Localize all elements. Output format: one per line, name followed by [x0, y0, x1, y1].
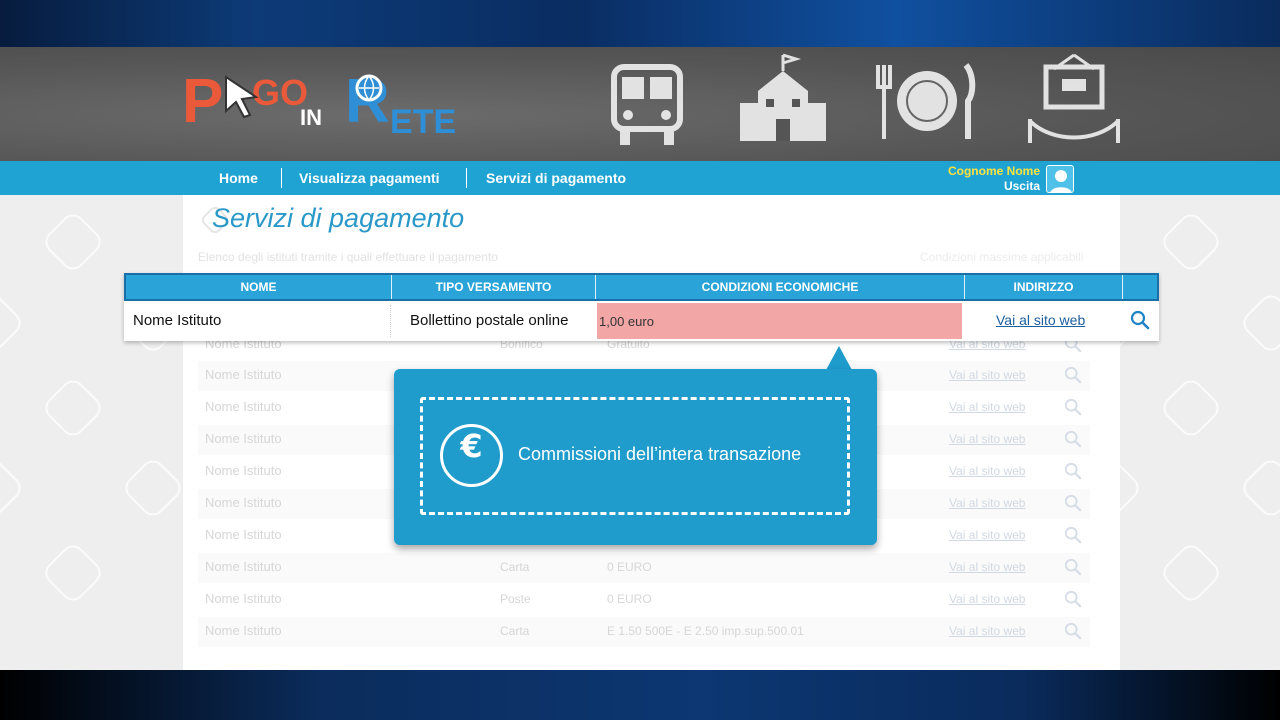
website-link[interactable]: Vai al sito web: [949, 368, 1025, 382]
institute-name: Nome Istituto: [205, 367, 282, 382]
search-icon[interactable]: [1064, 462, 1082, 480]
website-link[interactable]: Vai al sito web: [996, 312, 1085, 328]
nav-divider: [281, 168, 282, 188]
institute-name: Nome Istituto: [205, 463, 282, 478]
table-row[interactable]: Nome Istituto Carta E 1.50 500E - E 2.50 i…: [198, 617, 1090, 647]
institute-name: Nome Istituto: [205, 527, 282, 542]
search-icon[interactable]: [1064, 558, 1082, 576]
callout-text: Commissioni dell’intera transazione: [518, 444, 802, 464]
institute-name: Nome Istituto: [205, 559, 282, 574]
logo-in: IN: [300, 105, 322, 130]
nav-divider: [466, 168, 467, 188]
column-header-tipo-versamento: TIPO VERSAMENTO: [435, 280, 552, 294]
economic-conditions: 0 EURO: [607, 560, 652, 574]
institute-name: Nome Istituto: [205, 591, 282, 606]
search-icon[interactable]: [1064, 366, 1082, 384]
institute-name: Nome Istituto: [205, 399, 282, 414]
website-link[interactable]: Vai al sito web: [949, 400, 1025, 414]
nav-home[interactable]: Home: [219, 161, 258, 195]
website-link[interactable]: Vai al sito web: [949, 624, 1025, 638]
user-name: Cognome Nome: [947, 164, 1040, 178]
museum-icon: [1028, 53, 1120, 143]
search-icon[interactable]: [1064, 622, 1082, 640]
economic-conditions: E 1.50 500E - E 2.50 imp.sup.500.01: [607, 624, 804, 638]
payment-type: Poste: [500, 592, 531, 606]
search-icon[interactable]: [1130, 310, 1150, 330]
logo-letter-p: P: [182, 67, 224, 136]
table-row[interactable]: Nome Istituto Poste 0 EURO Vai al sito web: [198, 585, 1090, 615]
website-link[interactable]: Vai al sito web: [949, 432, 1025, 446]
page-subtitle: Elenco degli istituti tramite i quali ef…: [198, 250, 498, 264]
payment-type: Carta: [500, 560, 530, 574]
avatar-icon[interactable]: [1046, 165, 1074, 193]
cursor-icon: [225, 75, 259, 119]
highlighted-table: NOME TIPO VERSAMENTO CONDIZIONI ECONOMIC…: [124, 273, 1159, 341]
search-icon[interactable]: [1064, 494, 1082, 512]
column-header-condizioni-economiche: CONDIZIONI ECONOMICHE: [701, 280, 859, 294]
callout-pointer: [826, 346, 852, 370]
website-link[interactable]: Vai al sito web: [949, 528, 1025, 542]
website-link[interactable]: Vai al sito web: [949, 496, 1025, 510]
school-icon: [740, 53, 826, 141]
video-background-top: [0, 0, 1280, 47]
table-row[interactable]: Nome Istituto Carta 0 EURO Vai al sito web: [198, 553, 1090, 583]
conditions-note: Condizioni massime applicabili: [920, 250, 1084, 264]
bus-icon: [611, 64, 683, 145]
payment-type: Bollettino postale online: [410, 312, 569, 329]
payment-type: Carta: [500, 624, 530, 638]
column-header-indirizzo: INDIRIZZO: [1013, 280, 1074, 294]
cutlery-icon: [876, 63, 976, 139]
logout-link[interactable]: Uscita: [1004, 179, 1040, 193]
website-link[interactable]: Vai al sito web: [949, 560, 1025, 574]
header-banner: P GO IN R ETE: [0, 47, 1280, 161]
website-link[interactable]: Vai al sito web: [949, 592, 1025, 606]
logo-ete: ETE: [390, 103, 457, 141]
economic-conditions: 0 EURO: [607, 592, 652, 606]
euro-icon: €: [440, 424, 503, 487]
search-icon[interactable]: [1064, 398, 1082, 416]
institute-name: Nome Istituto: [205, 623, 282, 638]
video-background-bottom: [0, 670, 1280, 720]
app-logo[interactable]: P GO IN R ETE: [182, 67, 492, 142]
institute-name: Nome Istituto: [205, 431, 282, 446]
top-navbar: Home Visualizza pagamenti Servizi di pag…: [0, 161, 1280, 195]
column-header-nome: NOME: [240, 280, 277, 294]
institute-name: Nome Istituto: [205, 495, 282, 510]
search-icon[interactable]: [1064, 590, 1082, 608]
search-icon[interactable]: [1064, 526, 1082, 544]
nav-visualizza-pagamenti[interactable]: Visualizza pagamenti: [299, 161, 440, 195]
search-icon[interactable]: [1064, 430, 1082, 448]
left-background: [0, 195, 186, 670]
table-header: NOME TIPO VERSAMENTO CONDIZIONI ECONOMIC…: [124, 273, 1159, 301]
euro-symbol: €: [460, 427, 483, 465]
right-background: [1078, 195, 1280, 670]
economic-conditions: 1,00 euro: [599, 314, 654, 329]
globe-icon: [355, 74, 383, 102]
nav-servizi-di-pagamento[interactable]: Servizi di pagamento: [486, 161, 626, 195]
page-title: Servizi di pagamento: [212, 203, 465, 233]
institute-name: Nome Istituto: [133, 312, 222, 329]
website-link[interactable]: Vai al sito web: [949, 464, 1025, 478]
table-row[interactable]: Nome Istituto Bollettino postale online …: [124, 301, 1159, 341]
